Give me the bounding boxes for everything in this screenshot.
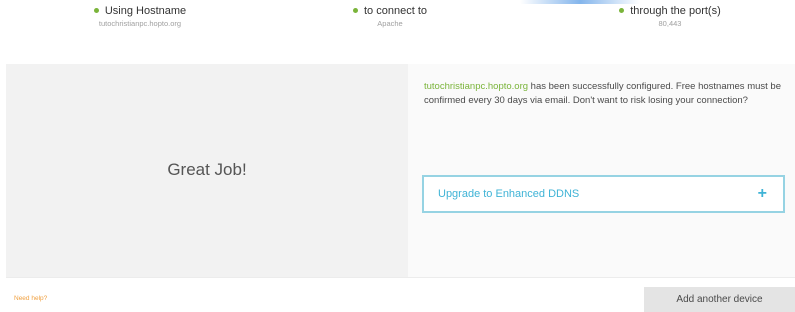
summary-ports: through the port(s) 80,443 [590, 5, 750, 28]
summary-hostname-label: Using Hostname [104, 5, 187, 17]
summary-ports-label: through the port(s) [630, 5, 721, 17]
add-another-device-button[interactable]: Add another device [644, 287, 795, 312]
summary-service-label: to connect to [364, 5, 427, 17]
configured-hostname: tutochristianpc.hopto.org [424, 81, 529, 92]
upsell-pane: tutochristianpc.hopto.org has been succe… [408, 64, 795, 278]
summary-hostname-value: tutochristianpc.hopto.org [98, 19, 182, 28]
footer-divider [6, 277, 795, 278]
configuration-complete-page: Using Hostname tutochristianpc.hopto.org… [0, 0, 795, 312]
summary-ports-value: 80,443 [658, 19, 682, 28]
bullet-icon [353, 7, 358, 13]
summary-service-value: Apache [377, 19, 403, 28]
bullet-icon [93, 7, 99, 13]
success-message: tutochristianpc.hopto.org has been succe… [424, 80, 794, 108]
bullet-icon [619, 7, 625, 13]
configuration-summary: Using Hostname tutochristianpc.hopto.org… [0, 0, 795, 52]
upgrade-ddns-button[interactable]: Upgrade to Enhanced DDNS + [422, 175, 785, 213]
need-help-link[interactable]: Need help? [14, 295, 47, 302]
success-heading: Great Job! [167, 160, 247, 179]
plus-icon[interactable]: + [758, 184, 767, 204]
upgrade-ddns-label: Upgrade to Enhanced DDNS [438, 188, 580, 200]
summary-service: to connect to Apache [320, 5, 460, 28]
summary-hostname: Using Hostname tutochristianpc.hopto.org [60, 5, 220, 28]
result-panel: Great Job! tutochristianpc.hopto.org has… [6, 64, 795, 278]
success-pane: Great Job! [6, 64, 408, 278]
